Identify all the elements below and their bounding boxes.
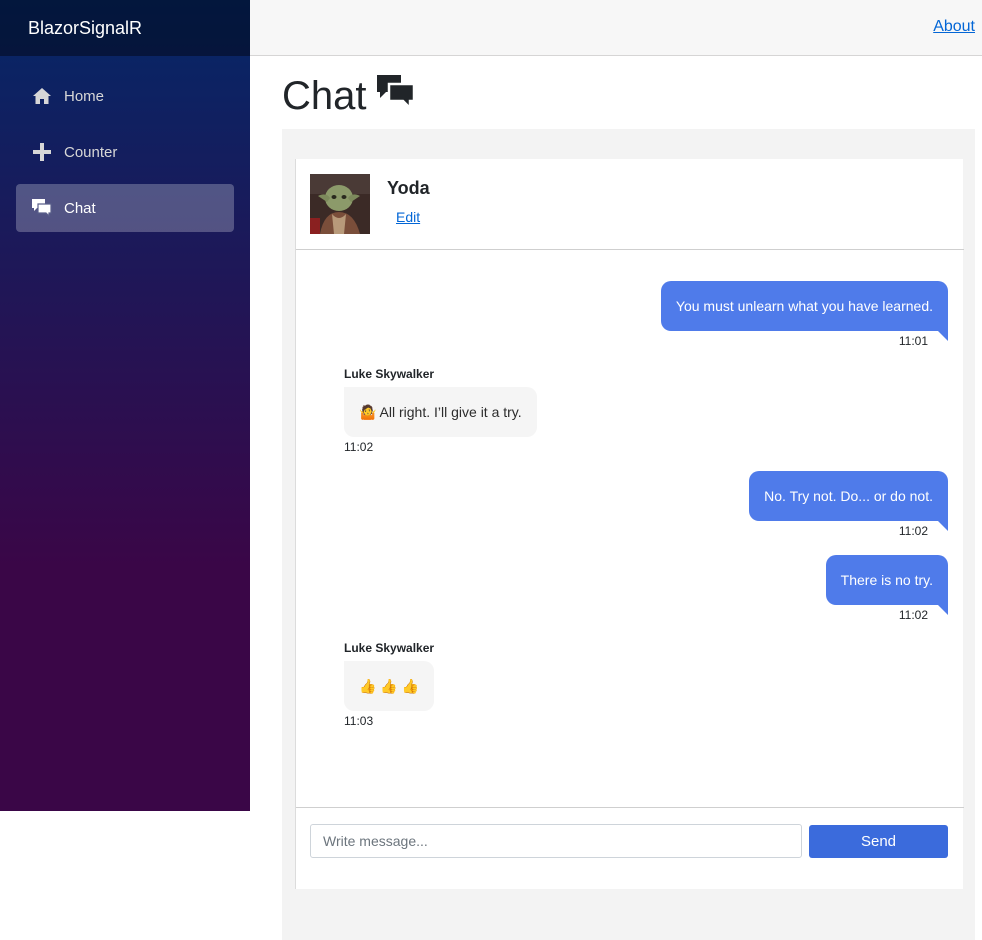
message-time: 11:03 [344,714,374,728]
outgoing-message: You must unlearn what you have learned. [660,281,949,341]
incoming-message: 🤷 All right. I’ll give it a try. [344,387,537,437]
brand-bar: BlazorSignalR [0,0,250,56]
message-time: 11:02 [344,440,374,454]
nav-menu: Home Counter Chat [0,56,250,232]
plus-icon [32,142,52,162]
sidebar-item-counter[interactable]: Counter [16,128,234,176]
sidebar: BlazorSignalR Home Counter Chat [0,0,250,811]
brand-title[interactable]: BlazorSignalR [28,18,142,39]
send-button[interactable]: Send [809,825,948,858]
edit-link[interactable]: Edit [396,209,420,225]
chat-card: Yoda Edit You must unlearn what you have… [295,159,964,889]
message-sender: Luke Skywalker [344,641,435,655]
sidebar-item-label: Chat [64,199,96,217]
chat-bubbles-icon [367,74,415,119]
chat-footer: Send [296,807,964,889]
message-time: 11:02 [898,608,928,622]
message-sender: Luke Skywalker [344,367,435,381]
top-row: About [250,0,982,56]
message-list: You must unlearn what you have learned. … [296,251,964,807]
message-input[interactable] [310,824,802,858]
page-title: Chat [282,74,415,119]
sidebar-item-label: Home [64,87,105,105]
sidebar-item-label: Counter [64,143,118,161]
chat-header: Yoda Edit [296,159,964,250]
message-time: 11:02 [898,524,928,538]
sidebar-item-home[interactable]: Home [16,72,234,120]
message-time: 11:01 [898,334,928,348]
avatar [310,174,370,234]
sidebar-item-chat[interactable]: Chat [16,184,234,232]
about-link[interactable]: About [933,18,975,36]
outgoing-message: No. Try not. Do... or do not. [749,471,948,531]
chat-icon [32,198,52,218]
user-name: Yoda [387,178,430,198]
incoming-message: 👍 👍 👍 [344,661,435,711]
page-title-text: Chat [282,74,367,118]
home-icon [32,86,52,106]
outgoing-message: There is no try. [825,555,949,615]
